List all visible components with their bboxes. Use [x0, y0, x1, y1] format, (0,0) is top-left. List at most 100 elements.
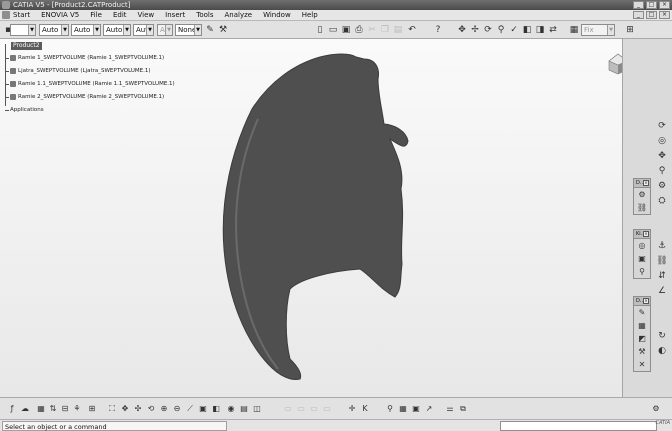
- minimize-button[interactable]: _: [633, 1, 644, 9]
- hide-show-icon[interactable]: ▤: [238, 402, 250, 415]
- offset-icon[interactable]: ⇵: [655, 269, 669, 282]
- simulation-icon[interactable]: ▣: [634, 252, 650, 265]
- tool-icon[interactable]: ✕: [634, 358, 650, 371]
- settings-icon[interactable]: ⚙: [650, 402, 662, 415]
- doc-close-button[interactable]: ×: [659, 11, 670, 19]
- rotate-view-icon[interactable]: ✣: [132, 402, 144, 415]
- tree-item[interactable]: Ramie 1.1_SWEPTVOLUME (Ramie 1.1_SWEPTVO…: [5, 80, 175, 88]
- stop-manipulate-icon[interactable]: ⛭: [655, 194, 669, 207]
- disabled-icon-1[interactable]: ▭: [282, 402, 294, 415]
- swap-visible-space-icon[interactable]: ⇄: [547, 24, 559, 36]
- menu-analyze[interactable]: Analyze: [225, 11, 253, 19]
- zoom-out-icon[interactable]: ⊖: [171, 402, 183, 415]
- tree-icon[interactable]: ⊟: [59, 402, 71, 415]
- palette-3-close-icon[interactable]: ×: [643, 298, 649, 304]
- fix-combo[interactable]: Fix ▼: [581, 24, 615, 36]
- tree-item[interactable]: Ramie 2_SWEPTVOLUME (Ramie 2_SWEPTVOLUME…: [5, 93, 164, 101]
- lock-icon[interactable]: ⊞: [86, 402, 98, 415]
- paste-icon[interactable]: ▤: [392, 24, 404, 36]
- new-icon[interactable]: ▯: [314, 24, 326, 36]
- 3d-viewport[interactable]: Product2 Ramie 1_SWEPTVOLUME (Ramie 1_SW…: [0, 39, 622, 397]
- palette-1[interactable]: D... × ⚙ ⛓: [633, 178, 651, 215]
- joint-icon[interactable]: ⚲: [634, 265, 650, 278]
- angle-icon[interactable]: ∠: [655, 284, 669, 297]
- disabled-icon-4[interactable]: ▭: [321, 402, 333, 415]
- formula-icon[interactable]: ƒ: [6, 402, 18, 415]
- fit-all-icon[interactable]: ⛶: [106, 402, 118, 415]
- line-thickness-combo[interactable]: Auto ▼: [71, 24, 101, 36]
- menu-enovia[interactable]: ENOVIA V5: [41, 11, 79, 19]
- tree-root-product[interactable]: Product2: [11, 42, 42, 50]
- menu-window[interactable]: Window: [263, 11, 291, 19]
- hide-show-icon[interactable]: ◨: [534, 24, 546, 36]
- palette-2-close-icon[interactable]: ×: [643, 231, 649, 237]
- tree-item-applications[interactable]: Applications: [5, 106, 44, 114]
- color-combo[interactable]: ▼: [10, 24, 36, 36]
- analysis-icon[interactable]: ◎: [655, 134, 669, 147]
- rotate-view-icon[interactable]: ⟳: [655, 119, 669, 132]
- update-icon[interactable]: ↻: [655, 329, 669, 342]
- fix-together-icon[interactable]: ⛓: [655, 254, 669, 267]
- save-icon[interactable]: ▣: [340, 24, 352, 36]
- snap-icon[interactable]: ⚲: [655, 164, 669, 177]
- layer-combo[interactable]: None ▼: [175, 24, 202, 36]
- measure-icon[interactable]: ✎: [634, 306, 650, 319]
- palette-1-close-icon[interactable]: ×: [643, 180, 649, 186]
- assembly-icon[interactable]: ⚙: [634, 188, 650, 201]
- measure-item-icon[interactable]: ▣: [410, 402, 422, 415]
- arrow-icon[interactable]: ↗: [423, 402, 435, 415]
- manipulate-icon[interactable]: ✥: [655, 149, 669, 162]
- tree-item[interactable]: Ramie 1_SWEPTVOLUME (Ramie 1_SWEPTVOLUME…: [5, 54, 164, 62]
- explode-icon[interactable]: ⚙: [655, 179, 669, 192]
- fix-icon[interactable]: ⚓: [655, 239, 669, 252]
- pan-view-icon[interactable]: ✥: [119, 402, 131, 415]
- shading-icon[interactable]: ◉: [225, 402, 237, 415]
- menu-help[interactable]: Help: [302, 11, 318, 19]
- normal-view-icon[interactable]: ✓: [508, 24, 520, 36]
- close-button[interactable]: ×: [659, 1, 670, 9]
- menu-view[interactable]: View: [138, 11, 155, 19]
- point-symbol-combo[interactable]: Aut ▼: [133, 24, 154, 36]
- catalog-icon[interactable]: ▦: [35, 402, 47, 415]
- section-icon[interactable]: ◩: [634, 332, 650, 345]
- menu-tools[interactable]: Tools: [196, 11, 213, 19]
- menu-file[interactable]: File: [90, 11, 102, 19]
- cut-icon[interactable]: ✂: [366, 24, 378, 36]
- menu-insert[interactable]: Insert: [165, 11, 185, 19]
- kinematics-icon[interactable]: ◎: [634, 239, 650, 252]
- clash-detect-icon[interactable]: ⧉: [457, 402, 469, 415]
- reference-icon[interactable]: ⚘: [71, 402, 83, 415]
- section-cut-icon[interactable]: ⚌: [444, 402, 456, 415]
- constraint-icon[interactable]: ⛓: [634, 201, 650, 214]
- copy-icon[interactable]: ❐: [379, 24, 391, 36]
- print-icon[interactable]: ⎙: [353, 24, 365, 36]
- tree-item[interactable]: Ljatra_SWEPTVOLUME (Ljatra_SWEPTVOLUME.1…: [5, 67, 151, 75]
- compass-icon[interactable]: [606, 52, 622, 76]
- multi-view-icon[interactable]: ▣: [197, 402, 209, 415]
- sketch-icon[interactable]: ▦: [568, 24, 580, 36]
- iso-view-icon[interactable]: ◧: [210, 402, 222, 415]
- swap-icon[interactable]: ◫: [251, 402, 263, 415]
- menu-start[interactable]: Start: [13, 11, 30, 19]
- disabled-icon-2[interactable]: ▭: [295, 402, 307, 415]
- pan-icon[interactable]: ✢: [469, 24, 481, 36]
- undo-icon[interactable]: ↶: [406, 24, 418, 36]
- doc-minimize-button[interactable]: _: [633, 11, 644, 19]
- compass-manipulate-icon[interactable]: ✛: [346, 402, 358, 415]
- doc-maximize-button[interactable]: □: [646, 11, 657, 19]
- normal-view-icon[interactable]: ⟋: [184, 402, 196, 415]
- clash-icon[interactable]: ▦: [634, 319, 650, 332]
- fly-mode-icon[interactable]: ✥: [456, 24, 468, 36]
- scene-icon[interactable]: ◐: [655, 344, 669, 357]
- painter-icon[interactable]: ✎: [204, 24, 216, 36]
- properties-icon[interactable]: ⚒: [217, 24, 229, 36]
- zoom-in-icon[interactable]: ⊕: [158, 402, 170, 415]
- quick-view-icon[interactable]: ◧: [521, 24, 533, 36]
- maximize-button[interactable]: □: [646, 1, 657, 9]
- reorder-icon[interactable]: ⇅: [47, 402, 59, 415]
- command-input[interactable]: [500, 421, 657, 431]
- disabled-icon-3[interactable]: ▭: [308, 402, 320, 415]
- distance-icon[interactable]: ⚒: [634, 345, 650, 358]
- open-icon[interactable]: ▭: [327, 24, 339, 36]
- transparency-combo[interactable]: Auto ▼: [39, 24, 69, 36]
